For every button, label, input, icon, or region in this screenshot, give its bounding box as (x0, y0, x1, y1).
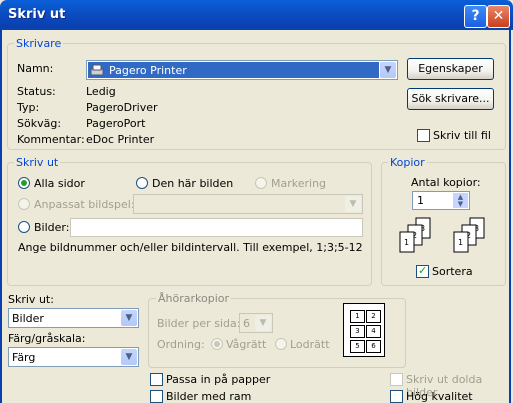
custom-show-radio[interactable] (18, 198, 30, 210)
printer-name-label: Namn: (17, 62, 54, 75)
order-label: Ordning: (157, 338, 205, 351)
printer-name-value: Pagero Printer (109, 64, 187, 77)
chevron-down-icon[interactable]: ▼ (380, 62, 396, 78)
copies-count-value: 1 (417, 194, 424, 207)
preview-slide: 3 (350, 325, 365, 338)
range-hint: Ange bildnummer och/eller bildintervall.… (18, 241, 363, 254)
print-range-legend: Skriv ut (14, 156, 61, 169)
selection-label: Markering (271, 177, 327, 190)
fit-to-paper-label: Passa in på papper (166, 373, 271, 386)
preview-slide: 2 (366, 310, 381, 323)
this-image-label: Den här bilden (152, 177, 234, 190)
checkmark-icon: ✓ (418, 264, 428, 277)
copies-count-label: Antal kopior: (411, 176, 481, 189)
all-pages-label: Alla sidor (34, 177, 85, 190)
frame-slides-checkbox[interactable] (150, 390, 163, 403)
this-image-radio[interactable] (136, 177, 148, 189)
print-hidden-checkbox[interactable] (390, 373, 403, 386)
print-to-file-label: Skriv till fil (433, 129, 491, 142)
high-quality-checkbox[interactable] (390, 390, 403, 403)
status-value: Ledig (86, 85, 116, 98)
preview-slide: 6 (366, 340, 381, 353)
high-quality-label: Hög kvalitet (406, 390, 473, 403)
title-bar (0, 0, 513, 30)
color-value: Färg (12, 351, 36, 364)
window-title: Skriv ut (8, 7, 66, 22)
per-page-select[interactable]: 6 ▼ (239, 313, 273, 333)
help-button[interactable]: ? (464, 5, 487, 28)
find-printer-button[interactable]: Sök skrivare... (407, 88, 494, 110)
svg-text:1: 1 (458, 238, 463, 247)
printer-legend: Skrivare (14, 37, 64, 50)
vertical-radio[interactable] (275, 338, 287, 350)
path-value: PageroPort (86, 117, 146, 130)
copies-count-spinner[interactable]: 1 ▲ ▼ (412, 191, 470, 210)
svg-text:1: 1 (404, 238, 409, 247)
all-pages-radio[interactable] (18, 177, 30, 189)
properties-button[interactable]: Egenskaper (407, 58, 494, 80)
handouts-legend: Åhörarkopior (156, 292, 232, 305)
slides-radio[interactable] (18, 221, 30, 233)
horizontal-radio[interactable] (211, 338, 223, 350)
chevron-down-icon[interactable]: ▼ (121, 349, 137, 365)
horizontal-label: Vågrätt (226, 338, 267, 351)
collate-illustration: 3 2 1 3 2 1 (396, 216, 496, 260)
preview-slide: 4 (366, 325, 381, 338)
slides-label: Bilder: (34, 221, 70, 234)
color-select[interactable]: Färg ▼ (8, 347, 139, 367)
fit-to-paper-checkbox[interactable] (150, 373, 163, 386)
type-value: PageroDriver (86, 101, 158, 114)
status-label: Status: (17, 85, 56, 98)
custom-show-select[interactable]: ▼ (133, 194, 363, 214)
chevron-down-icon: ▼ (255, 315, 271, 331)
printer-icon (90, 63, 104, 76)
comment-value: eDoc Printer (86, 133, 155, 146)
path-label: Sökväg: (17, 117, 62, 130)
close-button[interactable]: ✕ (487, 5, 510, 28)
comment-label: Kommentar: (17, 133, 85, 146)
preview-slide: 1 (350, 310, 365, 323)
color-label: Färg/gråskala: (8, 332, 86, 345)
frame-slides-label: Bilder med ram (166, 390, 252, 403)
chevron-down-icon: ▼ (345, 196, 361, 212)
custom-show-label: Anpassat bildspel: (34, 198, 135, 211)
handout-preview: 1 2 3 4 5 6 (343, 303, 385, 357)
type-label: Typ: (17, 101, 40, 114)
printer-name-select[interactable]: Pagero Printer ▼ (86, 60, 398, 80)
collate-checkbox[interactable]: ✓ (416, 264, 429, 278)
per-page-label: Bilder per sida: (157, 317, 241, 330)
collate-label: Sortera (432, 265, 473, 278)
spin-down-icon[interactable]: ▼ (453, 200, 468, 208)
chevron-down-icon[interactable]: ▼ (121, 310, 137, 326)
per-page-value: 6 (243, 317, 250, 330)
print-to-file-checkbox[interactable] (417, 129, 430, 142)
preview-slide: 5 (350, 340, 365, 353)
selection-radio[interactable] (255, 177, 267, 189)
vertical-label: Lodrätt (290, 338, 330, 351)
print-what-value: Bilder (12, 312, 44, 325)
slides-input[interactable] (70, 218, 363, 237)
print-what-select[interactable]: Bilder ▼ (8, 308, 139, 328)
copies-legend: Kopior (388, 156, 427, 169)
print-what-label: Skriv ut: (8, 293, 54, 306)
